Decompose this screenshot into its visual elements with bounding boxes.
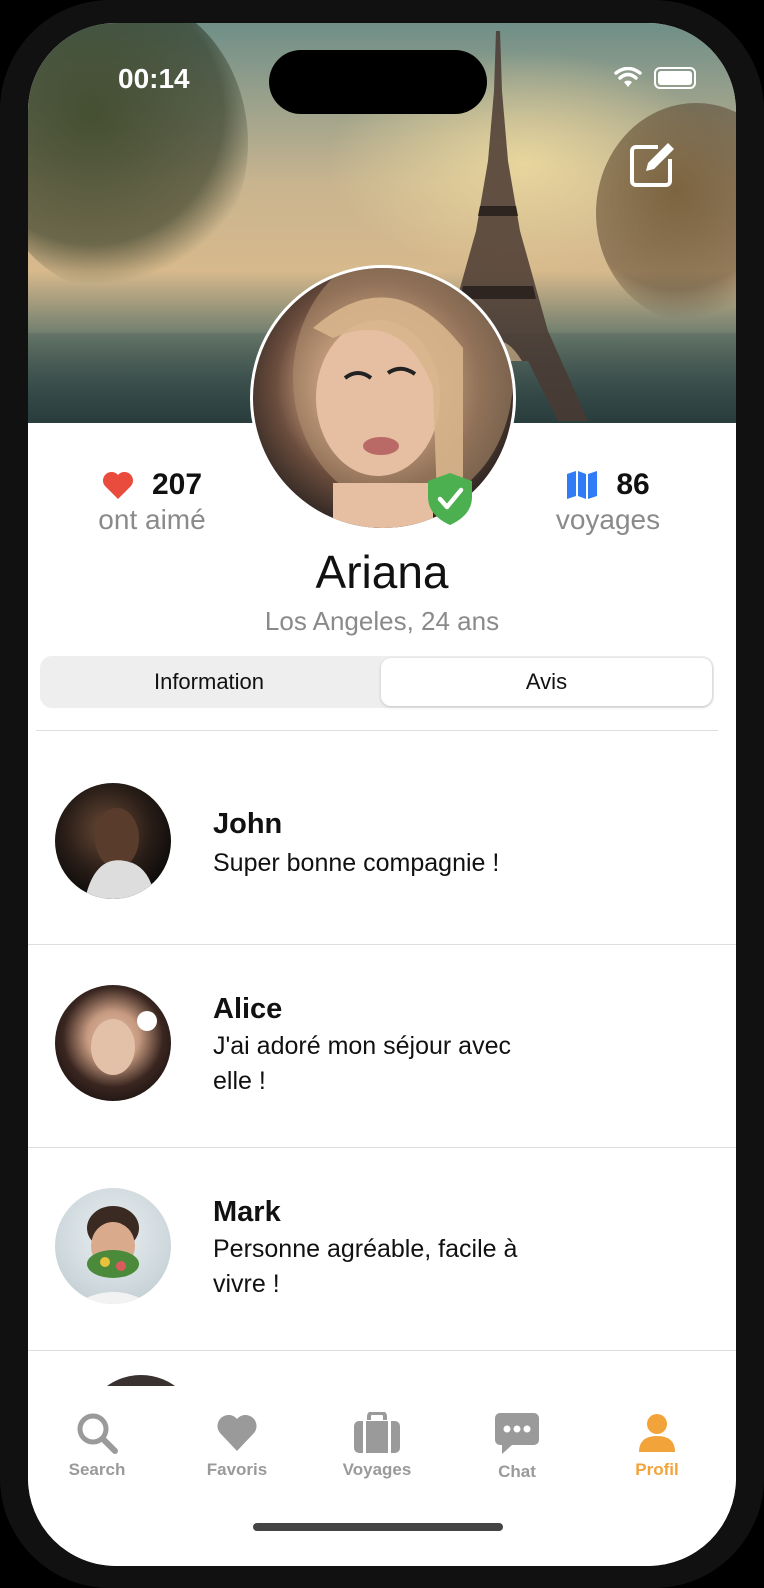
chat-bubble-icon (495, 1413, 539, 1454)
reviewer-avatar (55, 783, 171, 899)
wifi-icon (614, 67, 642, 87)
edit-profile-button[interactable] (628, 141, 676, 189)
briefcase-icon (354, 1412, 400, 1453)
reviewer-name: Mark (213, 1196, 281, 1228)
tab-label: Voyages (342, 1460, 412, 1479)
trips-label: voyages (555, 504, 661, 535)
tab-label: Profil (635, 1460, 679, 1479)
trips-stat: 86 voyages (528, 468, 688, 536)
profile-subtitle: Los Angeles, 24 ans (264, 606, 500, 636)
review-text: Super bonne compagnie ! (213, 849, 500, 877)
reviewer-avatar (55, 985, 171, 1101)
tab-chat[interactable]: Chat (457, 1412, 577, 1482)
home-indicator[interactable] (253, 1523, 503, 1531)
likes-label: ont aimé (98, 504, 206, 535)
screen: 00:14 207 ont aimé 86 voyages Ariana Los… (28, 23, 736, 1566)
tab-label: Chat (498, 1462, 536, 1481)
likes-count: 207 (151, 468, 203, 501)
battery-icon (654, 67, 696, 89)
tab-favoris[interactable]: Favoris (177, 1412, 297, 1480)
reviewer-name: Alice (213, 993, 283, 1025)
reviewer-name: John (213, 808, 283, 840)
tab-bar: Search Favoris Voyages Chat Profil (28, 1386, 736, 1566)
profile-segmented-control: Information Avis (40, 656, 714, 708)
person-icon (639, 1414, 675, 1452)
likes-stat: 207 ont aimé (72, 468, 232, 536)
tab-profil[interactable]: Profil (597, 1412, 717, 1480)
dynamic-island (269, 50, 487, 114)
tab-search[interactable]: Search (37, 1412, 157, 1480)
profile-avatar[interactable] (250, 265, 516, 531)
trips-count: 86 (616, 468, 650, 501)
tab-information[interactable]: Information (42, 658, 376, 706)
review-item[interactable]: John Super bonne compagnie ! (28, 731, 736, 945)
tab-label: Search (68, 1460, 126, 1479)
review-text: Personne agréable, facile à vivre ! (213, 1235, 518, 1298)
tab-voyages[interactable]: Voyages (317, 1412, 437, 1480)
tab-label: Favoris (206, 1460, 268, 1479)
tab-avis[interactable]: Avis (381, 658, 712, 706)
status-time: 00:14 (118, 63, 190, 94)
search-icon (77, 1413, 118, 1454)
reviewer-avatar (55, 1188, 171, 1304)
verified-shield-icon (428, 473, 472, 525)
status-icons (614, 67, 696, 89)
review-text: J'ai adoré mon séjour avec elle ! (213, 1032, 511, 1095)
review-item[interactable]: Alice J'ai adoré mon séjour avec elle ! (28, 945, 736, 1148)
heart-icon (102, 471, 133, 499)
profile-name: Ariana (315, 546, 449, 598)
review-item[interactable]: Mark Personne agréable, facile à vivre ! (28, 1148, 736, 1351)
heart-icon (217, 1414, 257, 1451)
map-icon (567, 471, 598, 499)
phone-frame: 00:14 207 ont aimé 86 voyages Ariana Los… (0, 0, 764, 1588)
